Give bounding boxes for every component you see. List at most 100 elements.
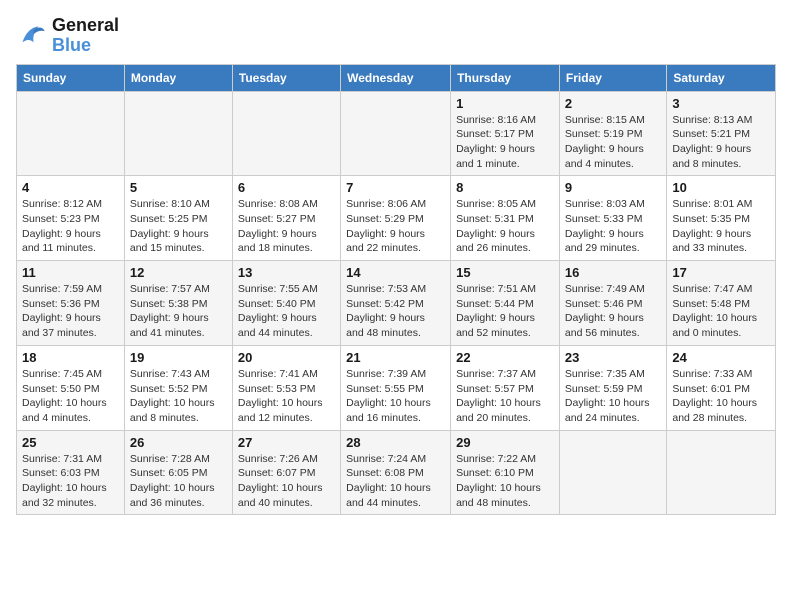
day-number: 3 bbox=[672, 96, 770, 111]
day-number: 13 bbox=[238, 265, 335, 280]
calendar-table: SundayMondayTuesdayWednesdayThursdayFrid… bbox=[16, 64, 776, 516]
day-info: Sunrise: 8:13 AM Sunset: 5:21 PM Dayligh… bbox=[672, 113, 770, 172]
calendar-cell: 3 Sunrise: 8:13 AM Sunset: 5:21 PM Daylig… bbox=[667, 91, 776, 176]
calendar-cell: 7 Sunrise: 8:06 AM Sunset: 5:29 PM Daylig… bbox=[341, 176, 451, 261]
day-info: Sunrise: 7:39 AM Sunset: 5:55 PM Dayligh… bbox=[346, 367, 445, 426]
day-info: Sunrise: 8:01 AM Sunset: 5:35 PM Dayligh… bbox=[672, 197, 770, 256]
day-number: 11 bbox=[22, 265, 119, 280]
day-info: Sunrise: 8:16 AM Sunset: 5:17 PM Dayligh… bbox=[456, 113, 554, 172]
day-info: Sunrise: 7:28 AM Sunset: 6:05 PM Dayligh… bbox=[130, 452, 227, 511]
day-info: Sunrise: 8:03 AM Sunset: 5:33 PM Dayligh… bbox=[565, 197, 661, 256]
day-number: 19 bbox=[130, 350, 227, 365]
calendar-cell: 27 Sunrise: 7:26 AM Sunset: 6:07 PM Dayli… bbox=[232, 430, 340, 515]
calendar-cell: 18 Sunrise: 7:45 AM Sunset: 5:50 PM Dayli… bbox=[17, 345, 125, 430]
day-number: 14 bbox=[346, 265, 445, 280]
calendar-cell: 6 Sunrise: 8:08 AM Sunset: 5:27 PM Daylig… bbox=[232, 176, 340, 261]
calendar-cell: 10 Sunrise: 8:01 AM Sunset: 5:35 PM Dayli… bbox=[667, 176, 776, 261]
day-number: 12 bbox=[130, 265, 227, 280]
calendar-cell: 1 Sunrise: 8:16 AM Sunset: 5:17 PM Daylig… bbox=[451, 91, 560, 176]
day-info: Sunrise: 7:33 AM Sunset: 6:01 PM Dayligh… bbox=[672, 367, 770, 426]
calendar-cell: 28 Sunrise: 7:24 AM Sunset: 6:08 PM Dayli… bbox=[341, 430, 451, 515]
day-info: Sunrise: 7:53 AM Sunset: 5:42 PM Dayligh… bbox=[346, 282, 445, 341]
calendar-cell: 29 Sunrise: 7:22 AM Sunset: 6:10 PM Dayli… bbox=[451, 430, 560, 515]
day-info: Sunrise: 8:05 AM Sunset: 5:31 PM Dayligh… bbox=[456, 197, 554, 256]
calendar-cell bbox=[341, 91, 451, 176]
day-number: 27 bbox=[238, 435, 335, 450]
day-number: 10 bbox=[672, 180, 770, 195]
day-number: 17 bbox=[672, 265, 770, 280]
page-header: General Blue bbox=[16, 16, 776, 56]
day-info: Sunrise: 7:51 AM Sunset: 5:44 PM Dayligh… bbox=[456, 282, 554, 341]
calendar-cell: 5 Sunrise: 8:10 AM Sunset: 5:25 PM Daylig… bbox=[124, 176, 232, 261]
week-row-1: 1 Sunrise: 8:16 AM Sunset: 5:17 PM Daylig… bbox=[17, 91, 776, 176]
day-number: 1 bbox=[456, 96, 554, 111]
day-number: 4 bbox=[22, 180, 119, 195]
day-info: Sunrise: 7:47 AM Sunset: 5:48 PM Dayligh… bbox=[672, 282, 770, 341]
day-info: Sunrise: 7:37 AM Sunset: 5:57 PM Dayligh… bbox=[456, 367, 554, 426]
calendar-cell bbox=[232, 91, 340, 176]
day-info: Sunrise: 7:49 AM Sunset: 5:46 PM Dayligh… bbox=[565, 282, 661, 341]
day-number: 21 bbox=[346, 350, 445, 365]
day-number: 2 bbox=[565, 96, 661, 111]
week-row-2: 4 Sunrise: 8:12 AM Sunset: 5:23 PM Daylig… bbox=[17, 176, 776, 261]
day-number: 29 bbox=[456, 435, 554, 450]
calendar-cell bbox=[559, 430, 666, 515]
calendar-cell: 21 Sunrise: 7:39 AM Sunset: 5:55 PM Dayli… bbox=[341, 345, 451, 430]
day-info: Sunrise: 7:24 AM Sunset: 6:08 PM Dayligh… bbox=[346, 452, 445, 511]
calendar-cell: 25Sunrise: 7:31 AM Sunset: 6:03 PM Dayli… bbox=[17, 430, 125, 515]
calendar-cell bbox=[17, 91, 125, 176]
column-header-friday: Friday bbox=[559, 64, 666, 91]
day-info: Sunrise: 8:10 AM Sunset: 5:25 PM Dayligh… bbox=[130, 197, 227, 256]
logo-text: General Blue bbox=[52, 16, 119, 56]
day-info: Sunrise: 8:08 AM Sunset: 5:27 PM Dayligh… bbox=[238, 197, 335, 256]
day-number: 28 bbox=[346, 435, 445, 450]
calendar-cell bbox=[124, 91, 232, 176]
calendar-cell bbox=[667, 430, 776, 515]
day-info: Sunrise: 7:59 AM Sunset: 5:36 PM Dayligh… bbox=[22, 282, 119, 341]
calendar-cell: 23 Sunrise: 7:35 AM Sunset: 5:59 PM Dayli… bbox=[559, 345, 666, 430]
day-info: Sunrise: 7:22 AM Sunset: 6:10 PM Dayligh… bbox=[456, 452, 554, 511]
calendar-cell: 24 Sunrise: 7:33 AM Sunset: 6:01 PM Dayli… bbox=[667, 345, 776, 430]
day-info: Sunrise: 8:12 AM Sunset: 5:23 PM Dayligh… bbox=[22, 197, 119, 256]
logo: General Blue bbox=[16, 16, 119, 56]
day-info: Sunrise: 7:26 AM Sunset: 6:07 PM Dayligh… bbox=[238, 452, 335, 511]
day-info: Sunrise: 7:45 AM Sunset: 5:50 PM Dayligh… bbox=[22, 367, 119, 426]
calendar-cell: 2 Sunrise: 8:15 AM Sunset: 5:19 PM Daylig… bbox=[559, 91, 666, 176]
week-row-4: 18 Sunrise: 7:45 AM Sunset: 5:50 PM Dayli… bbox=[17, 345, 776, 430]
day-number: 20 bbox=[238, 350, 335, 365]
day-info: Sunrise: 7:55 AM Sunset: 5:40 PM Dayligh… bbox=[238, 282, 335, 341]
day-info: Sunrise: 8:15 AM Sunset: 5:19 PM Dayligh… bbox=[565, 113, 661, 172]
day-info: Sunrise: 7:43 AM Sunset: 5:52 PM Dayligh… bbox=[130, 367, 227, 426]
week-row-5: 25Sunrise: 7:31 AM Sunset: 6:03 PM Dayli… bbox=[17, 430, 776, 515]
day-number: 5 bbox=[130, 180, 227, 195]
day-number: 8 bbox=[456, 180, 554, 195]
day-number: 25 bbox=[22, 435, 119, 450]
column-header-tuesday: Tuesday bbox=[232, 64, 340, 91]
column-header-wednesday: Wednesday bbox=[341, 64, 451, 91]
day-number: 6 bbox=[238, 180, 335, 195]
logo-icon bbox=[16, 20, 48, 52]
day-number: 15 bbox=[456, 265, 554, 280]
calendar-cell: 19 Sunrise: 7:43 AM Sunset: 5:52 PM Dayli… bbox=[124, 345, 232, 430]
day-number: 7 bbox=[346, 180, 445, 195]
day-info: Sunrise: 8:06 AM Sunset: 5:29 PM Dayligh… bbox=[346, 197, 445, 256]
day-number: 9 bbox=[565, 180, 661, 195]
column-header-sunday: Sunday bbox=[17, 64, 125, 91]
calendar-cell: 9 Sunrise: 8:03 AM Sunset: 5:33 PM Daylig… bbox=[559, 176, 666, 261]
calendar-cell: 13 Sunrise: 7:55 AM Sunset: 5:40 PM Dayli… bbox=[232, 261, 340, 346]
calendar-cell: 22 Sunrise: 7:37 AM Sunset: 5:57 PM Dayli… bbox=[451, 345, 560, 430]
calendar-body: 1 Sunrise: 8:16 AM Sunset: 5:17 PM Daylig… bbox=[17, 91, 776, 515]
day-number: 23 bbox=[565, 350, 661, 365]
calendar-cell: 15 Sunrise: 7:51 AM Sunset: 5:44 PM Dayli… bbox=[451, 261, 560, 346]
calendar-cell: 11 Sunrise: 7:59 AM Sunset: 5:36 PM Dayli… bbox=[17, 261, 125, 346]
day-info: Sunrise: 7:57 AM Sunset: 5:38 PM Dayligh… bbox=[130, 282, 227, 341]
day-number: 22 bbox=[456, 350, 554, 365]
day-number: 26 bbox=[130, 435, 227, 450]
calendar-cell: 12 Sunrise: 7:57 AM Sunset: 5:38 PM Dayli… bbox=[124, 261, 232, 346]
calendar-cell: 26 Sunrise: 7:28 AM Sunset: 6:05 PM Dayli… bbox=[124, 430, 232, 515]
day-info: Sunrise: 7:35 AM Sunset: 5:59 PM Dayligh… bbox=[565, 367, 661, 426]
column-header-saturday: Saturday bbox=[667, 64, 776, 91]
day-number: 18 bbox=[22, 350, 119, 365]
week-row-3: 11 Sunrise: 7:59 AM Sunset: 5:36 PM Dayli… bbox=[17, 261, 776, 346]
day-number: 24 bbox=[672, 350, 770, 365]
